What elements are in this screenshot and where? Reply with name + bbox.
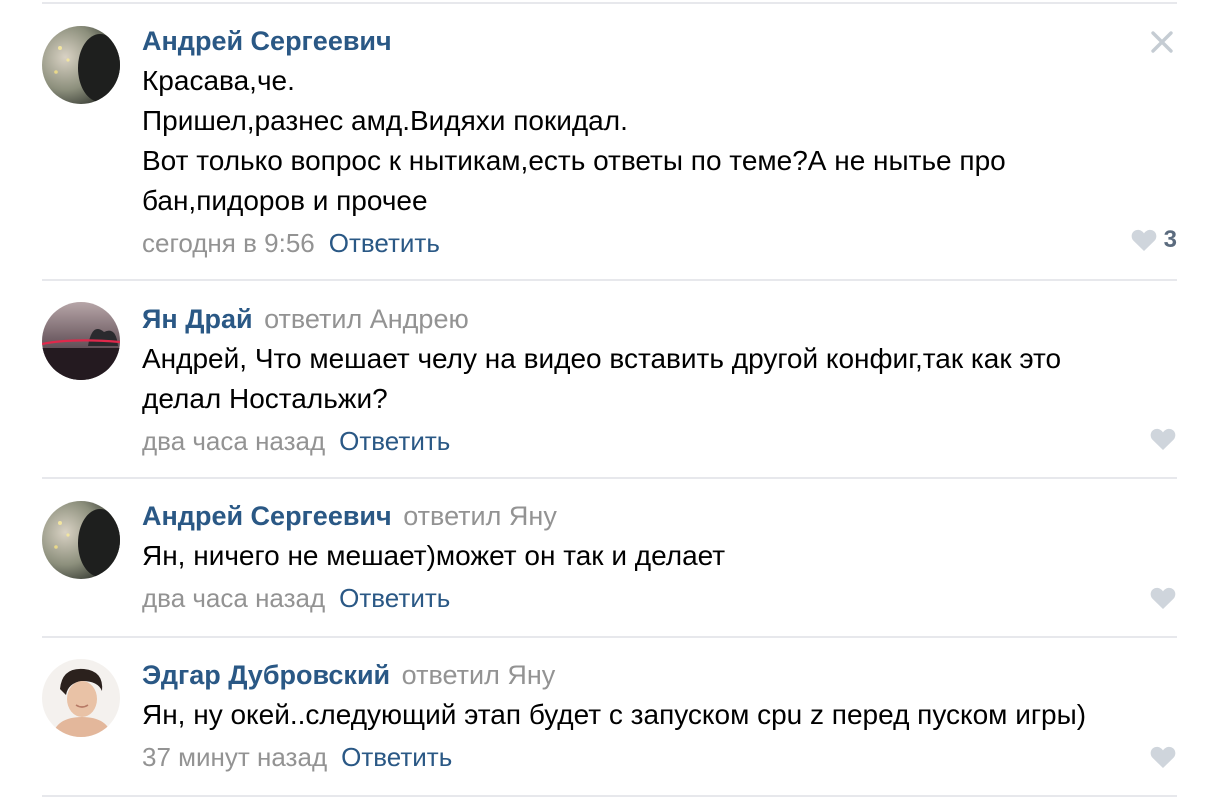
author-link[interactable]: Андрей Сергеевич <box>142 501 392 531</box>
close-button[interactable] <box>1150 30 1174 54</box>
heart-icon <box>1131 229 1156 251</box>
comment-body: Андрей Сергеевич ответил Яну Ян, ничего … <box>142 499 1132 615</box>
comment-text: Красава,че. Пришел,разнес амд.Видяхи пок… <box>142 61 1132 221</box>
like-button[interactable] <box>1149 742 1177 772</box>
author-link[interactable]: Эдгар Дубровский <box>142 660 390 690</box>
like-button[interactable]: 3 <box>1130 225 1177 255</box>
comment-text-line: Красава,че. <box>142 65 295 96</box>
comments-feed: Андрей Сергеевич Красава,че. Пришел,разн… <box>0 0 1221 810</box>
comment-text-line: Андрей, Что мешает челу на видео вставит… <box>142 343 1062 374</box>
replied-to-link[interactable]: Андрею <box>370 304 469 334</box>
replied-label: ответил Яну <box>403 501 557 531</box>
comment-meta: два часа назад Ответить <box>142 424 1132 458</box>
reply-button[interactable]: Ответить <box>329 228 440 258</box>
comment-meta: 37 минут назад Ответить <box>142 740 1132 774</box>
like-button[interactable] <box>1149 424 1177 454</box>
heart-icon <box>1150 587 1176 609</box>
heart-icon <box>1150 428 1176 450</box>
comment-header: Андрей Сергеевич <box>142 24 1132 58</box>
comment-meta: сегодня в 9:56 Ответить <box>142 226 1132 260</box>
user-photo-icon <box>42 26 120 104</box>
comment-body: Андрей Сергеевич Красава,че. Пришел,разн… <box>142 24 1132 260</box>
author-link[interactable]: Ян Драй <box>142 304 253 334</box>
separator <box>42 636 1177 638</box>
comment-date[interactable]: два часа назад <box>142 426 325 456</box>
replied-verb: ответил <box>264 304 363 334</box>
comment-header: Эдгар Дубровский ответил Яну <box>142 658 1132 692</box>
comment-text-line: Ян, ничего не мешает)может он так и дела… <box>142 540 726 571</box>
comment-meta: два часа назад Ответить <box>142 581 1132 615</box>
comment-text-line: Вот только вопрос к нытикам,есть ответы … <box>142 145 1006 176</box>
close-icon <box>1151 31 1173 53</box>
separator <box>42 279 1177 281</box>
replied-verb: ответил <box>401 660 500 690</box>
reply-button[interactable]: Ответить <box>341 742 452 772</box>
comment-header: Андрей Сергеевич ответил Яну <box>142 499 1132 533</box>
like-count: 3 <box>1163 226 1177 253</box>
user-photo-icon <box>42 501 120 579</box>
comment-text: Ян, ну окей..следующий этап будет с запу… <box>142 695 1132 735</box>
comment-header: Ян Драй ответил Андрею <box>142 302 1132 336</box>
avatar[interactable] <box>42 659 120 737</box>
like-button[interactable] <box>1149 583 1177 613</box>
comment-date[interactable]: сегодня в 9:56 <box>142 228 315 258</box>
replied-to-link[interactable]: Яну <box>509 501 557 531</box>
comment-body: Эдгар Дубровский ответил Яну Ян, ну окей… <box>142 658 1132 774</box>
comment-text-line: бан,пидоров и прочее <box>142 185 428 216</box>
separator <box>42 795 1177 797</box>
comment-date[interactable]: два часа назад <box>142 583 325 613</box>
reply-button[interactable]: Ответить <box>339 426 450 456</box>
user-photo-icon <box>42 302 120 380</box>
comment-text-line: Ян, ну окей..следующий этап будет с запу… <box>142 699 1087 730</box>
replied-verb: ответил <box>403 501 502 531</box>
comment-text: Ян, ничего не мешает)может он так и дела… <box>142 536 1132 576</box>
replied-to-link[interactable]: Яну <box>507 660 555 690</box>
comment-text-line: Пришел,разнес амд.Видяхи покидал. <box>142 105 628 136</box>
avatar[interactable] <box>42 501 120 579</box>
user-photo-icon <box>42 659 120 737</box>
heart-icon <box>1150 746 1176 768</box>
separator <box>42 2 1177 4</box>
avatar[interactable] <box>42 302 120 380</box>
reply-button[interactable]: Ответить <box>339 583 450 613</box>
comment-body: Ян Драй ответил Андрею Андрей, Что мешае… <box>142 302 1132 458</box>
replied-label: ответил Андрею <box>264 304 469 334</box>
replied-label: ответил Яну <box>402 660 556 690</box>
author-link[interactable]: Андрей Сергеевич <box>142 26 392 56</box>
separator <box>42 477 1177 479</box>
comment-text-line: делал Ностальжи? <box>142 383 388 414</box>
comment-date[interactable]: 37 минут назад <box>142 742 327 772</box>
avatar[interactable] <box>42 26 120 104</box>
comment-text: Андрей, Что мешает челу на видео вставит… <box>142 339 1132 419</box>
